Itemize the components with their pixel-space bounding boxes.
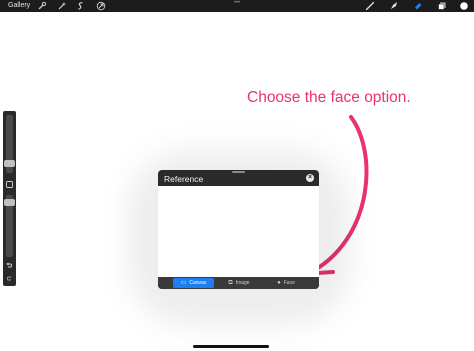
tab-image[interactable]: ⧉ Image [220, 278, 258, 288]
panel-drag-handle[interactable] [232, 171, 245, 173]
reference-tabs: ▭ Canvas ⧉ Image ● Face [158, 277, 319, 289]
canvas-icon: ▭ [180, 280, 187, 286]
close-icon[interactable]: × [306, 174, 314, 182]
image-icon: ⧉ [228, 280, 233, 286]
tab-image-label: Image [235, 280, 250, 286]
home-indicator [193, 345, 269, 348]
tab-face-label: Face [283, 280, 295, 286]
panel-title: Reference [164, 174, 204, 184]
reference-canvas-area [158, 186, 319, 277]
tab-canvas[interactable]: ▭ Canvas [173, 278, 214, 288]
face-icon: ● [277, 280, 281, 286]
tab-canvas-label: Canvas [189, 280, 207, 286]
tab-face[interactable]: ● Face [268, 278, 304, 288]
reference-panel[interactable]: Reference × ▭ Canvas ⧉ Image ● Face [158, 170, 319, 289]
